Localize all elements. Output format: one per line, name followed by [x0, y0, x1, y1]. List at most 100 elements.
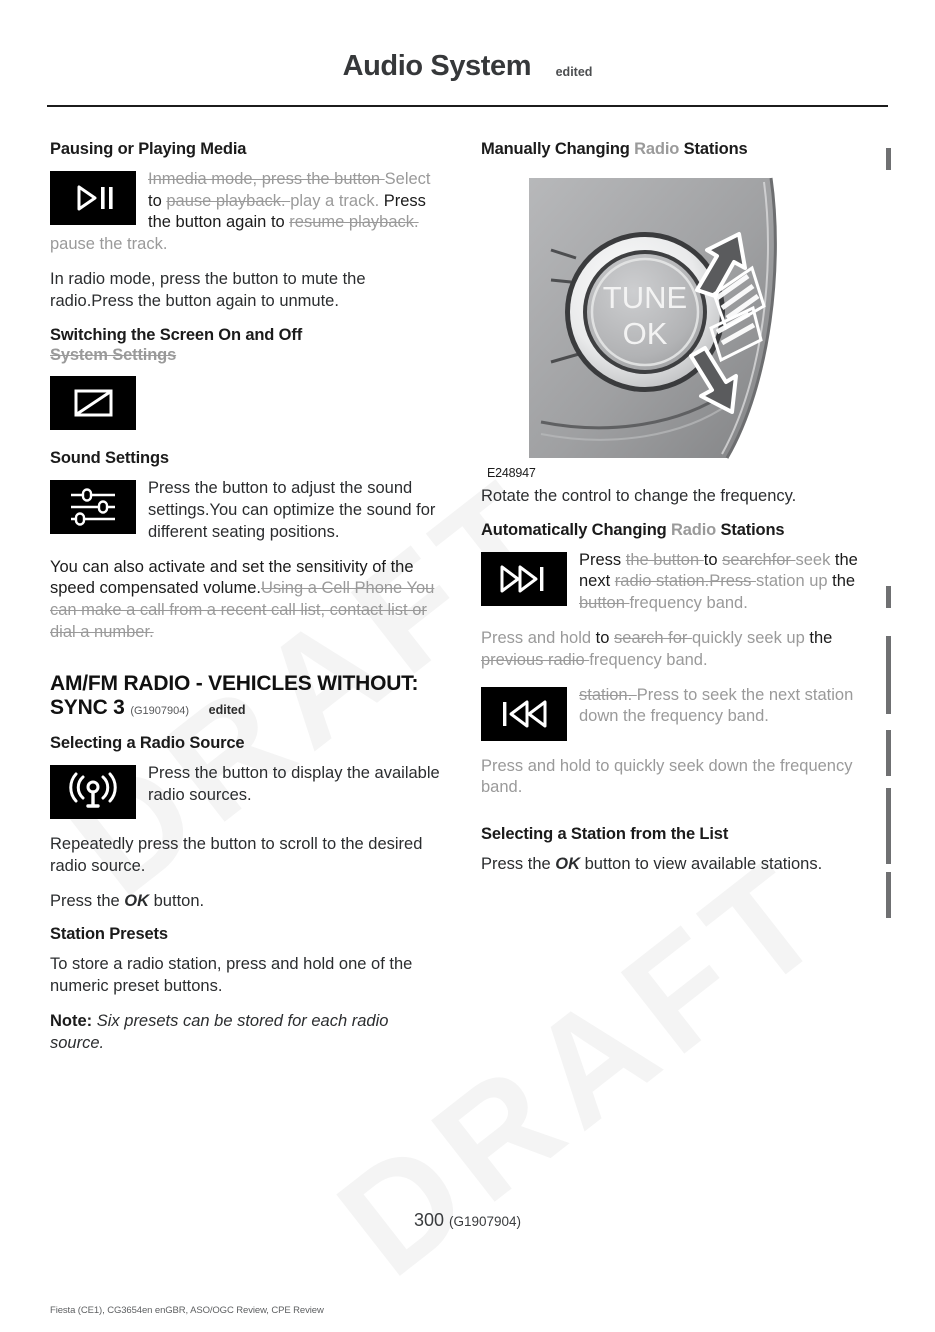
speed-volume-run-1: Using a Cell Phone [260, 579, 407, 598]
heading-system-settings-deleted: System Settings [50, 345, 177, 364]
seek-up-run-0: Press [579, 550, 626, 569]
hold-up-run-8: band. [666, 650, 708, 669]
hold-seek-down-paragraph: Press and hold to quickly seek down the … [481, 756, 853, 797]
seek-next-icon-block: Press the button to searchfor seek the n… [481, 550, 875, 615]
auto-heading-run-2: Stations [720, 520, 785, 539]
heading-amfm-edited-badge: edited [208, 702, 246, 717]
manually-heading-run-2: Stations [683, 140, 748, 158]
svg-text:OK: OK [623, 316, 668, 351]
pausing-run-1: Select [384, 169, 431, 188]
pausing-run-3: pause playback. [166, 191, 291, 210]
seek-down-run-0: station. [579, 685, 637, 704]
hold-up-run-7: frequency [589, 650, 667, 669]
heading-selecting-radio-source: Selecting a Radio Source [50, 734, 245, 753]
heading-switching-kept: Switching the Screen On and Off [50, 325, 303, 344]
header-divider [47, 105, 888, 107]
change-bar-auto-heading [886, 586, 891, 608]
seek-next-icon [481, 551, 567, 606]
seek-previous-icon-block: station. Press to seek the next station … [481, 685, 875, 743]
note-text: Six presets can be stored for each radio… [50, 1011, 389, 1052]
hold-up-run-0: Press and hold [481, 628, 596, 647]
heading-pausing-or-playing-media: Pausing or Playing Media [50, 140, 247, 158]
heading-automatically-changing-radio-stations: Automatically Changing Radio Stations [481, 521, 875, 541]
seek-up-run-4: seek [795, 550, 835, 569]
select-from-list-paragraph: Press the OK button to view available st… [481, 854, 875, 876]
seek-up-run-7: station [756, 572, 810, 591]
page-number-block: 300 (G1907904) [0, 1210, 935, 1231]
pausing-run-0: Inmedia mode, press the button [148, 169, 385, 188]
seek-up-run-2: to [703, 550, 723, 569]
select-list-prefix: Press the [481, 854, 556, 873]
sound-settings-icon-block: Press the button to adjust the sound set… [50, 478, 444, 543]
rotate-control-paragraph: Rotate the control to change the frequen… [481, 486, 797, 505]
svg-text:TUNE: TUNE [603, 280, 687, 315]
header-edited-badge: edited [555, 64, 593, 79]
screen-off-icon [50, 376, 136, 431]
seek-up-run-1: the button [625, 550, 704, 569]
auto-heading-run-0: Automatically Changing [481, 520, 671, 539]
tune-ok-illustration: TUNE OK [521, 171, 813, 464]
page-number: 300 [413, 1210, 444, 1230]
pausing-run-7: resume playback. [289, 213, 419, 232]
pausing-icon-block: Inmedia mode, press the button Select to… [50, 169, 444, 256]
footer-note: Fiesta (CE1), CG3654en enGBR, ASO/OGC Re… [50, 1305, 324, 1316]
seek-up-run-11: frequency [629, 594, 707, 613]
play-pause-icon [50, 170, 136, 225]
speed-compensated-volume-paragraph: You can also activate and set the sensit… [50, 557, 444, 644]
hold-up-run-5: the [809, 628, 833, 647]
change-bar-manually-heading [886, 148, 891, 170]
seek-previous-icon [481, 686, 567, 741]
auto-heading-run-1: Radio [670, 520, 721, 539]
station-presets-paragraph: To store a radio station, press and hold… [50, 955, 413, 996]
tune-ok-figure: TUNE OK E248947 [487, 171, 819, 480]
note-label: Note: [50, 1011, 93, 1030]
press-ok-suffix: button. [149, 891, 205, 910]
seek-up-run-12: band. [706, 594, 748, 613]
repeat-press-paragraph: Repeatedly press the button to scroll to… [50, 835, 423, 875]
figure-caption: E248947 [487, 465, 536, 480]
right-column: Manually Changing Radio Stations TUNE OK… [481, 140, 875, 889]
hold-up-run-3: quickly [691, 628, 747, 647]
heading-amfm-radio: AM/FM RADIO - VEHICLES WITHOUT: SYNC 3 (… [50, 672, 444, 720]
heading-switching-screen: Switching the Screen On and Off System S… [50, 326, 444, 366]
left-column: Pausing or Playing Media Inmedia mode, p… [50, 140, 444, 1067]
select-list-suffix: button to view available stations. [580, 854, 823, 873]
hold-seek-up-paragraph: Press and hold to search for quickly see… [481, 628, 875, 672]
radio-source-icon [50, 765, 136, 819]
pausing-run-8: pause the track. [50, 235, 168, 254]
change-bar-seek-previous [886, 788, 891, 864]
manual-page: DRAFT DRAFT Audio System edited Pausing … [0, 0, 935, 1332]
heading-amfm-gid: (G1907904) [130, 704, 190, 717]
sound-settings-icon [50, 480, 136, 535]
manually-heading-run-1: Radio [634, 140, 684, 158]
hold-up-run-1: to [595, 628, 615, 647]
heading-selecting-station-from-list: Selecting a Station from the List [481, 825, 729, 844]
seek-up-run-6: radio station.Press [614, 572, 757, 591]
screen-off-icon-block [50, 374, 444, 432]
heading-station-presets: Station Presets [50, 925, 168, 944]
pausing-run-2: to [148, 191, 167, 210]
press-ok-paragraph: Press the OK button. [50, 891, 444, 913]
page-header: Audio System edited [47, 50, 888, 83]
select-list-bold: OK [555, 854, 581, 873]
seek-up-run-10: button [579, 594, 630, 613]
pausing-run-4: play a track. [290, 191, 384, 210]
hold-up-run-6: previous radio [481, 650, 590, 669]
radio-source-icon-block: Press the button to display the availabl… [50, 763, 444, 821]
page-number-gid: (G1907904) [449, 1214, 522, 1229]
change-bar-hold-seek-up [886, 730, 891, 776]
hold-up-run-4: seek up [747, 628, 810, 647]
note-paragraph: Note: Six presets can be stored for each… [50, 1011, 444, 1055]
seek-up-run-3: searchfor [722, 550, 796, 569]
page-title: Audio System [342, 50, 532, 82]
pausing-run-6: to [266, 213, 290, 232]
heading-sound-settings: Sound Settings [50, 449, 169, 468]
radio-mute-paragraph: In radio mode, press the button to mute … [50, 270, 366, 310]
change-bar-hold-seek-down [886, 872, 891, 918]
change-bar-seek-next [886, 636, 891, 714]
manually-heading-run-0: Manually Changing [481, 140, 635, 158]
heading-manually-changing-radio-stations: Manually Changing Radio Stations [481, 140, 875, 160]
seek-up-run-8: up [809, 572, 833, 591]
hold-up-run-2: search for [614, 628, 692, 647]
press-ok-bold: OK [124, 891, 150, 910]
